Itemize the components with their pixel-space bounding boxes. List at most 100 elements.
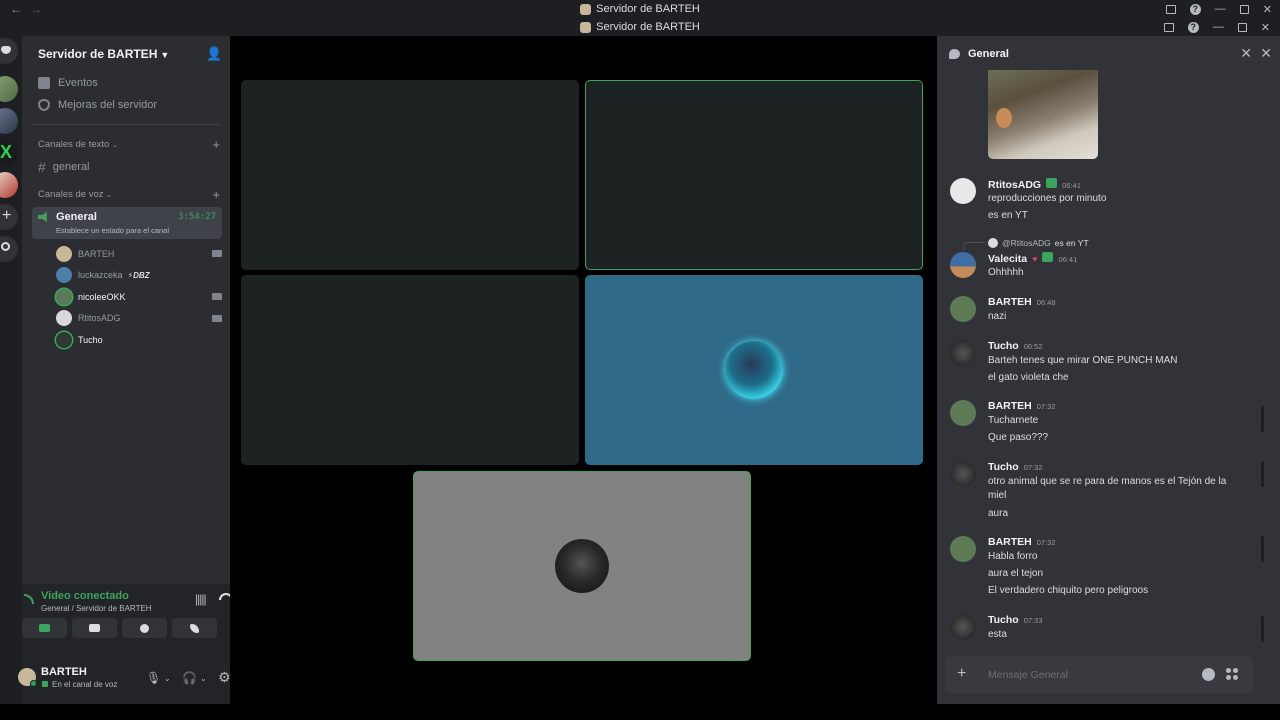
scrollbar[interactable] bbox=[1261, 406, 1264, 432]
message-author[interactable]: RtitosADG bbox=[988, 179, 1041, 191]
server-icon bbox=[580, 3, 592, 15]
video-tile[interactable] bbox=[241, 275, 579, 465]
voice-user[interactable]: Tucho bbox=[22, 329, 230, 351]
voice-user-name: nicoleeOKK bbox=[78, 291, 126, 302]
message-header: Tucho 06:52 bbox=[988, 340, 1043, 352]
message-author[interactable]: Tucho bbox=[988, 461, 1019, 473]
message-text: aura bbox=[988, 508, 1009, 519]
message-author[interactable]: Tucho bbox=[988, 614, 1019, 626]
close-window-icon-2[interactable]: ✕ bbox=[1261, 21, 1270, 34]
menu-item-eventos[interactable]: Eventos bbox=[22, 72, 230, 94]
signal-icon bbox=[24, 594, 34, 604]
avatar[interactable] bbox=[950, 296, 976, 322]
close-chat-icon[interactable]: ✕ bbox=[1240, 45, 1252, 62]
category-text-channels[interactable]: Canales de texto ⌄ + bbox=[22, 133, 230, 155]
message-header: BARTEH 06:48 bbox=[988, 296, 1056, 308]
headphones-icon[interactable]: 🎧 bbox=[182, 671, 197, 685]
avatar[interactable] bbox=[950, 178, 976, 204]
message-time: 07:32 bbox=[1036, 402, 1056, 411]
boost-icon bbox=[38, 99, 50, 111]
avatar[interactable] bbox=[950, 614, 976, 640]
voice-user[interactable]: nicoleeOKK bbox=[22, 286, 230, 308]
scrollbar[interactable] bbox=[1261, 616, 1264, 642]
server-icon-2[interactable] bbox=[0, 108, 18, 134]
chat-panel: General ✕ ✕ RtitosADG 06:41 reproduccion… bbox=[937, 36, 1280, 704]
video-tile[interactable] bbox=[413, 471, 751, 661]
message-author[interactable]: Valecita bbox=[988, 253, 1027, 265]
voice-user[interactable]: RtitosADG bbox=[22, 308, 230, 330]
share-screen-button[interactable] bbox=[72, 618, 117, 638]
video-tile[interactable] bbox=[585, 80, 923, 270]
reply-text: es en YT bbox=[1054, 238, 1089, 248]
channel-general[interactable]: # general bbox=[22, 155, 230, 179]
user-name: BARTEH bbox=[41, 666, 87, 678]
gif-attachment[interactable] bbox=[988, 70, 1098, 159]
message-text: Barteh tenes que mirar ONE PUNCH MAN bbox=[988, 355, 1178, 366]
chevron-down-icon[interactable]: ⌄ bbox=[164, 674, 171, 683]
maximize-icon-2[interactable] bbox=[1237, 22, 1247, 32]
reply-preview[interactable]: @RtitosADG es en YT bbox=[988, 238, 1089, 248]
avatar[interactable] bbox=[950, 252, 976, 278]
emoji-icon[interactable] bbox=[1202, 668, 1215, 681]
badge-icon bbox=[1042, 252, 1054, 262]
avatar[interactable] bbox=[950, 400, 976, 426]
add-channel-icon[interactable]: + bbox=[212, 137, 220, 152]
activities-button[interactable] bbox=[122, 618, 167, 638]
avatar[interactable] bbox=[950, 536, 976, 562]
discord-home-icon[interactable] bbox=[0, 38, 18, 64]
message-time: 07:32 bbox=[1023, 463, 1043, 472]
category-label: Canales de texto bbox=[38, 138, 110, 150]
message-text: Que paso??? bbox=[988, 432, 1049, 443]
video-tile[interactable] bbox=[585, 275, 923, 465]
voice-status-icon bbox=[42, 681, 48, 687]
voice-user-name: BARTEH bbox=[78, 248, 115, 259]
minimize-icon[interactable]: — bbox=[1215, 3, 1226, 15]
chevron-down-icon[interactable]: ⌄ bbox=[200, 674, 207, 683]
gear-icon[interactable]: ⚙ bbox=[218, 669, 231, 686]
scrollbar[interactable] bbox=[1261, 461, 1264, 487]
message-input[interactable]: Mensaje General bbox=[988, 669, 1068, 681]
video-tile[interactable] bbox=[241, 80, 579, 270]
help-icon-2[interactable]: ? bbox=[1187, 21, 1199, 33]
camera-button[interactable] bbox=[22, 618, 67, 638]
channel-sidebar: Servidor de BARTEH ▼ 👤 Eventos Mejoras de… bbox=[18, 36, 252, 704]
voice-user[interactable]: BARTEH bbox=[22, 243, 230, 265]
inbox-icon[interactable] bbox=[1165, 4, 1176, 14]
noise-suppression-icon[interactable]: ||||| bbox=[195, 592, 207, 606]
server-icon-4[interactable] bbox=[0, 172, 18, 198]
server-icon-3[interactable]: X bbox=[0, 140, 18, 166]
message-author[interactable]: BARTEH bbox=[988, 400, 1032, 412]
discover-icon[interactable] bbox=[0, 236, 18, 262]
avatar[interactable] bbox=[950, 340, 976, 366]
close-panel-icon[interactable]: ✕ bbox=[1260, 45, 1272, 62]
maximize-icon[interactable] bbox=[1239, 4, 1249, 14]
soundboard-button[interactable] bbox=[172, 618, 217, 638]
message-author[interactable]: BARTEH bbox=[988, 536, 1032, 548]
voice-user[interactable]: luckazceka ⚡DBZ bbox=[22, 265, 230, 287]
invite-user-icon[interactable]: 👤 bbox=[206, 47, 222, 61]
minimize-icon-2[interactable]: — bbox=[1213, 21, 1224, 33]
add-voice-channel-icon[interactable]: + bbox=[212, 187, 220, 202]
avatar bbox=[56, 310, 72, 327]
scrollbar[interactable] bbox=[1261, 536, 1264, 562]
add-server-icon[interactable]: + bbox=[0, 204, 18, 230]
microphone-icon[interactable]: 🎙 bbox=[146, 671, 161, 685]
message-author[interactable]: BARTEH bbox=[988, 296, 1032, 308]
voice-channel-general[interactable]: General 3:54:27 Establece un estado para… bbox=[32, 207, 222, 239]
message-author[interactable]: Tucho bbox=[988, 340, 1019, 352]
message-time: 07:33 bbox=[1023, 616, 1043, 625]
inbox-icon-2[interactable] bbox=[1163, 22, 1174, 32]
server-header[interactable]: Servidor de BARTEH ▼ 👤 bbox=[22, 36, 230, 72]
category-voice-channels[interactable]: Canales de voz ⌄ + bbox=[22, 183, 230, 205]
rtc-status[interactable]: Video conectado bbox=[41, 590, 129, 602]
add-attachment-icon[interactable]: + bbox=[957, 665, 966, 683]
close-window-icon[interactable]: ✕ bbox=[1263, 3, 1272, 16]
help-icon[interactable]: ? bbox=[1189, 3, 1201, 15]
message-header: BARTEH 07:32 bbox=[988, 536, 1056, 548]
avatar[interactable] bbox=[950, 461, 976, 487]
menu-item-mejoras[interactable]: Mejoras del servidor bbox=[22, 94, 230, 116]
set-status-link[interactable]: Establece un estado para el canal bbox=[56, 226, 169, 235]
apps-icon[interactable] bbox=[1226, 668, 1239, 681]
server-icon-1[interactable] bbox=[0, 76, 18, 102]
voice-user-status: ⚡DBZ bbox=[127, 270, 150, 280]
